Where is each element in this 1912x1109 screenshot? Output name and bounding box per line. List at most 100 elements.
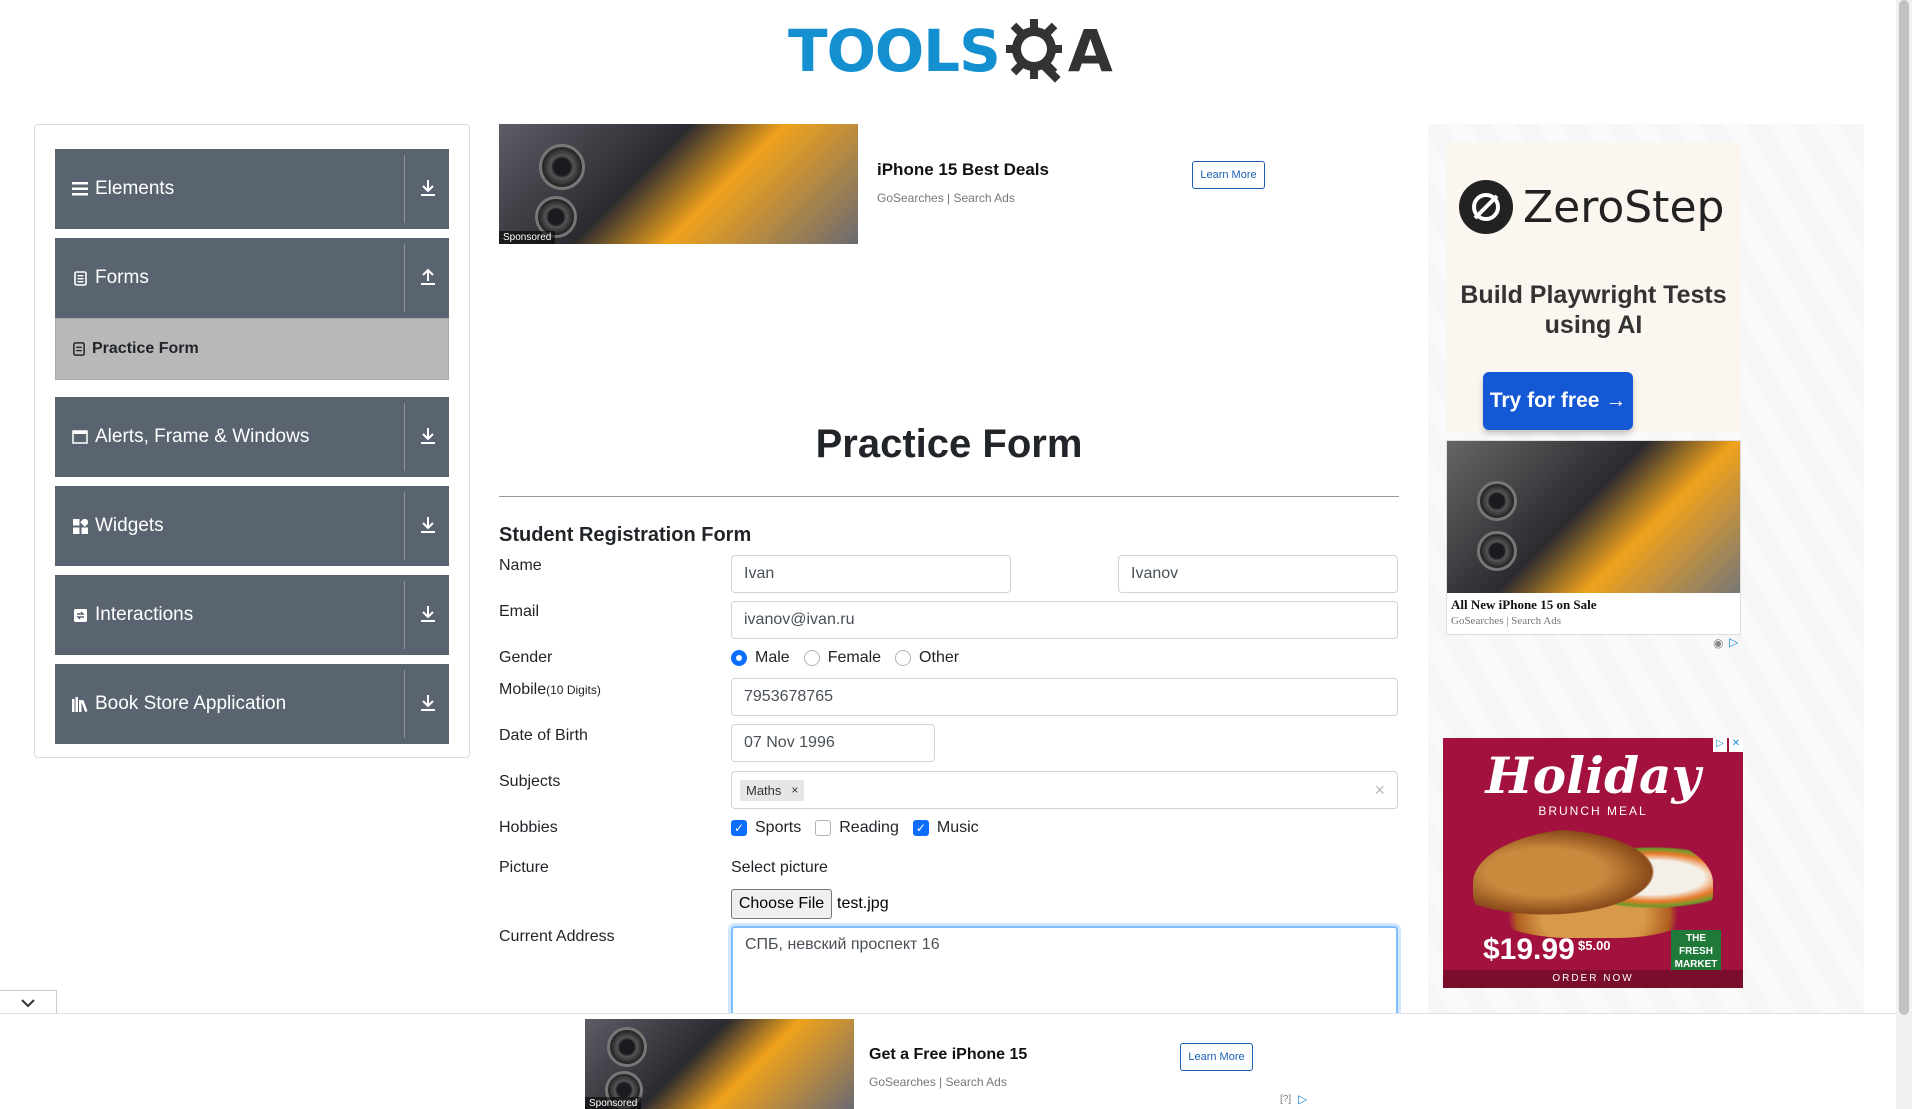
window-icon [71,428,89,446]
sidebar-group-label: Widgets [95,515,164,536]
interactions-icon [71,606,89,624]
checkbox[interactable] [815,820,832,836]
adchoices-icon[interactable]: ▷ [1298,1092,1312,1106]
order-now-strip[interactable]: ORDER NOW [1443,970,1743,988]
option-label: Male [755,649,790,666]
zerostep-tagline: Build Playwright Tests using AI [1460,281,1727,339]
name-label: Name [499,557,542,574]
radio-button[interactable] [731,650,747,666]
selected-file-name: test.jpg [837,895,889,912]
subjects-input[interactable]: Maths × × [731,771,1398,809]
ad-info-icon[interactable]: ◉ [1713,636,1727,650]
gender-male-option[interactable]: Male [731,649,790,667]
holiday-ad-subtitle: BRUNCH MEAL [1538,804,1648,818]
logo-suffix: A [1067,17,1113,85]
divider [404,244,405,312]
food-image [1473,828,1713,938]
gender-radio-group: Male Female Other [731,649,973,667]
collapse-ad-button[interactable] [0,990,57,1014]
choose-file-button[interactable]: Choose File [731,889,832,919]
gender-female-option[interactable]: Female [803,649,881,667]
sidebar: Elements Forms Practice Form Alerts, Fra… [34,124,470,758]
hobby-reading-option[interactable]: Reading [815,819,899,837]
bottom-ad[interactable]: Sponsored Get a Free iPhone 15 GoSearche… [585,1019,1315,1109]
top-ad-title[interactable]: iPhone 15 Best Deals [877,160,1049,180]
mobile-input[interactable]: 7953678765 [731,678,1398,716]
checkbox[interactable]: ✓ [912,820,929,836]
sidebar-group-bookstore[interactable]: Book Store Application [55,664,449,744]
gender-label: Gender [499,649,553,666]
zerostep-ad[interactable]: ZeroStep Build Playwright Tests using AI… [1446,142,1741,432]
bottom-ad-learn-more-button[interactable]: Learn More [1180,1043,1253,1071]
holiday-ad-per-person: $5.00 [1578,938,1611,953]
widgets-icon [71,517,89,535]
download-arrow-icon[interactable] [417,177,439,199]
sidebar-item-label: Practice Form [92,340,199,357]
sidebar-group-elements[interactable]: Elements [55,149,449,229]
last-name-input[interactable]: Ivanov [1118,555,1398,593]
zerostep-brand: ZeroStep [1523,181,1725,233]
download-arrow-icon[interactable] [417,603,439,625]
sidebar-group-label: Forms [95,267,149,288]
bottom-ad-image: Sponsored [585,1019,854,1109]
divider [404,403,405,471]
scrollbar-thumb[interactable] [1899,0,1909,1015]
hobby-sports-option[interactable]: ✓ Sports [731,819,801,837]
iphone-ad[interactable]: All New iPhone 15 on Sale GoSearches | S… [1446,440,1741,635]
upload-arrow-icon[interactable] [417,266,439,288]
bottom-ad-source: GoSearches | Search Ads [869,1075,1007,1089]
zerostep-icon [1459,180,1513,234]
adchoices-icon[interactable]: ▷ [1713,738,1727,752]
sponsored-label: Sponsored [499,231,556,244]
close-ad-icon[interactable]: ✕ [1729,738,1743,752]
checkbox[interactable]: ✓ [731,820,747,836]
logo-text: TOOLS [788,17,1001,85]
radio-button[interactable] [895,650,912,666]
dob-input[interactable]: 07 Nov 1996 [731,724,935,762]
top-ad-image[interactable]: Sponsored [499,124,858,244]
try-for-free-button[interactable]: Try for free → [1483,372,1633,430]
toolsqa-logo[interactable]: TOOLS A [788,15,1113,87]
chevron-down-icon [21,998,35,1007]
subject-tag-label: Maths [746,782,782,798]
holiday-ad-title: Holiday [1485,746,1701,805]
gender-other-option[interactable]: Other [895,649,959,667]
download-arrow-icon[interactable] [417,425,439,447]
vertical-scrollbar[interactable] [1896,0,1912,1109]
hobbies-checkbox-group: ✓ Sports Reading ✓ Music [731,819,993,837]
download-arrow-icon[interactable] [417,514,439,536]
ad-info-link[interactable]: [?] [1280,1094,1291,1105]
hobby-music-option[interactable]: ✓ Music [912,819,979,837]
sidebar-group-label: Elements [95,178,175,199]
sidebar-group-forms[interactable]: Forms [55,238,449,318]
radio-button[interactable] [803,650,820,666]
top-ad-learn-more-button[interactable]: Learn More [1192,161,1265,189]
sidebar-group-widgets[interactable]: Widgets [55,486,449,566]
adchoices-icon[interactable]: ▷ [1729,635,1743,649]
sidebar-item-practice-form[interactable]: Practice Form [55,318,449,380]
divider [404,155,405,223]
email-input[interactable]: ivanov@ivan.ru [731,601,1398,639]
iphone-ad-source: GoSearches | Search Ads [1451,615,1562,627]
hobbies-label: Hobbies [499,819,558,836]
sidebar-group-alerts[interactable]: Alerts, Frame & Windows [55,397,449,477]
subject-tag: Maths × [740,779,805,801]
holiday-brunch-ad[interactable]: Holiday BRUNCH MEAL $19.99 $5.00 THE FRE… [1443,738,1743,988]
sidebar-group-interactions[interactable]: Interactions [55,575,449,655]
iphone-ad-image [1447,441,1740,593]
select-picture-label: Select picture [731,859,828,876]
form-title: Student Registration Form [499,524,752,546]
first-name-input[interactable]: Ivan [731,555,1011,593]
remove-tag-icon[interactable]: × [791,783,798,797]
bottom-ad-title: Get a Free iPhone 15 [869,1046,1028,1063]
option-label: Music [936,819,979,836]
clear-icon[interactable]: × [1374,780,1385,801]
dob-label: Date of Birth [499,727,588,744]
sponsored-label: Sponsored [585,1097,642,1109]
option-label: Reading [839,819,899,836]
iphone-ad-title: All New iPhone 15 on Sale [1451,597,1597,612]
download-arrow-icon[interactable] [417,692,439,714]
picture-label: Picture [499,859,549,876]
mobile-hint: (10 Digits) [546,683,601,697]
divider [404,581,405,649]
